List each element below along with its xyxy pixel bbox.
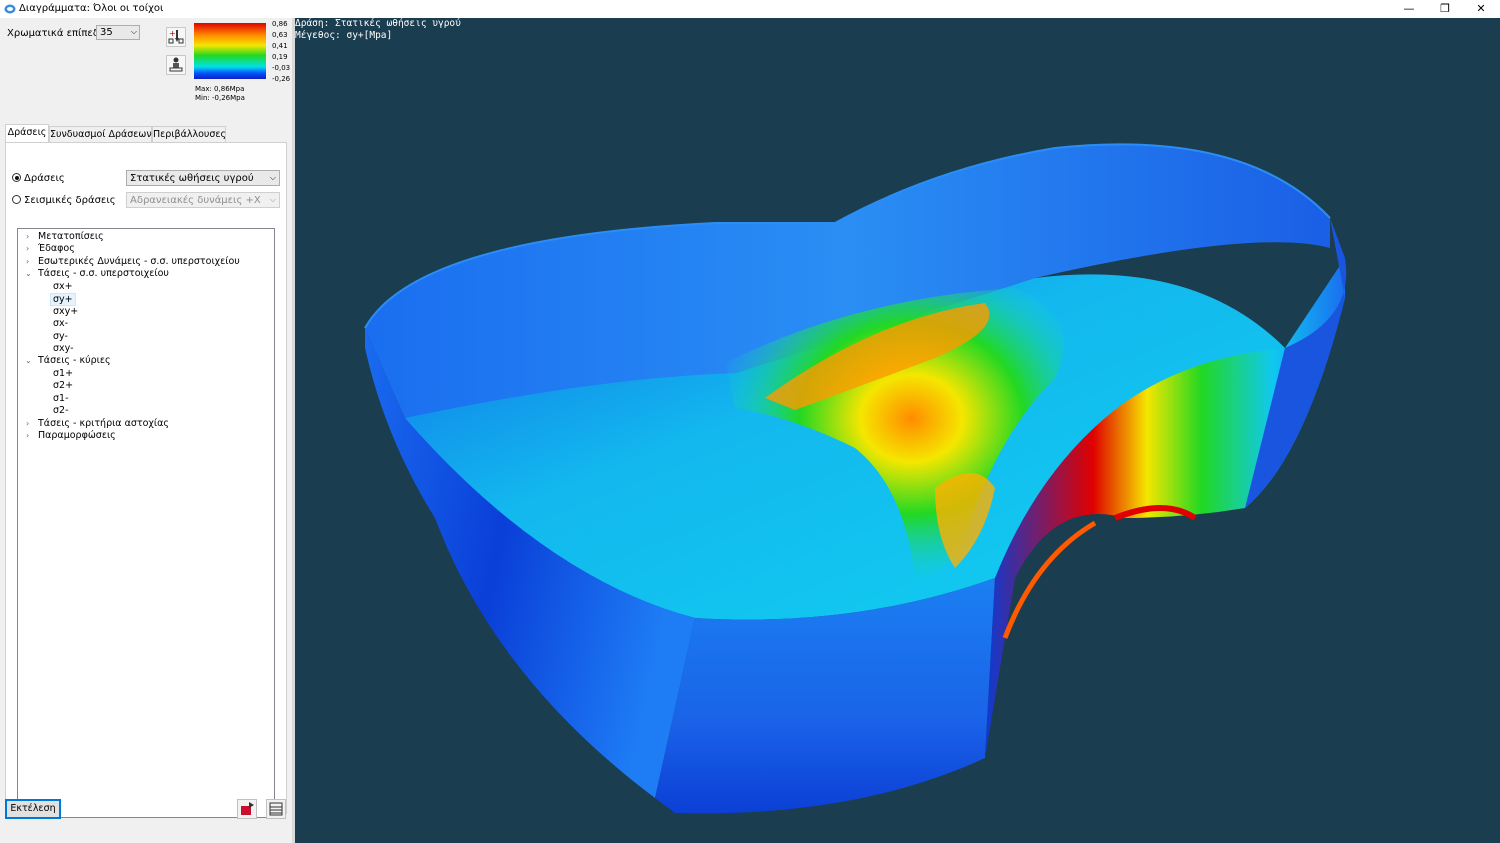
- tree-item-s2-plus[interactable]: σ2+: [53, 380, 73, 391]
- legend-tick: 0,19: [272, 53, 288, 61]
- table-icon: [269, 802, 283, 816]
- export-button[interactable]: [237, 799, 257, 819]
- tree-item-soil[interactable]: Έδαφος: [38, 243, 75, 254]
- tree-item-sx-minus[interactable]: σx-: [53, 318, 68, 329]
- tree-item-sx-plus[interactable]: σx+: [53, 281, 73, 292]
- action-select-value: Στατικές ωθήσεις υγρού: [130, 173, 254, 184]
- tree-item-failure-criteria[interactable]: Τάσεις - κριτήρια αστοχίας: [38, 418, 169, 429]
- legend-tick: -0,03: [272, 64, 291, 72]
- app-icon: [4, 4, 16, 14]
- legend-tick: 0,63: [272, 31, 288, 39]
- seismic-select-value: Αδρανειακές δυνάμεις +X: [130, 195, 261, 206]
- legend-tick: 0,41: [272, 42, 288, 50]
- title-bar: Διαγράμματα: Όλοι οι τοίχοι — ❐ ✕: [0, 0, 1500, 18]
- results-tree[interactable]: › Μετατοπίσεις › Έδαφος › Εσωτερικές Δυν…: [17, 228, 275, 818]
- left-panel: Χρωματικά επίπεδα 35 ⌵ + 0,86 0,63 0,41 …: [0, 18, 292, 843]
- chevron-down-icon[interactable]: ⌄: [25, 269, 32, 278]
- tree-item-s2-minus[interactable]: σ2-: [53, 405, 69, 416]
- tree-item-s1-minus[interactable]: σ1-: [53, 393, 69, 404]
- legend-max-value: Max: 0,86Mpa: [195, 85, 245, 93]
- legend-tick: -0,26: [272, 75, 291, 83]
- stress-contour-model[interactable]: [295, 18, 1500, 843]
- action-select[interactable]: Στατικές ωθήσεις υγρού ⌵: [126, 170, 280, 186]
- svg-text:+: +: [169, 29, 176, 38]
- chevron-right-icon[interactable]: ›: [26, 257, 29, 266]
- table-view-button[interactable]: [266, 799, 286, 819]
- color-levels-value: 35: [100, 27, 113, 38]
- tab-page-actions: Δράσεις Στατικές ωθήσεις υγρού ⌵ Σεισμικ…: [5, 142, 287, 818]
- restore-button[interactable]: ❐: [1427, 0, 1463, 18]
- tab-actions[interactable]: Δράσεις: [5, 124, 49, 143]
- chevron-down-icon: ⌵: [269, 195, 276, 204]
- tree-item-internal-forces[interactable]: Εσωτερικές Δυνάμεις - σ.σ. υπερστοιχείου: [38, 256, 240, 267]
- person-palette-icon: [169, 57, 183, 72]
- tree-item-stresses-local[interactable]: Τάσεις - σ.σ. υπερστοιχείου: [38, 268, 169, 279]
- tab-envelopes[interactable]: Περιβάλλουσες: [152, 126, 226, 142]
- chevron-down-icon[interactable]: ⌄: [25, 356, 32, 365]
- tab-combinations[interactable]: Συνδυασμοί Δράσεων: [49, 126, 152, 142]
- tree-item-sxy-minus[interactable]: σxy-: [53, 343, 74, 354]
- seismic-radio[interactable]: [12, 195, 21, 204]
- window-title: Διαγράμματα: Όλοι οι τοίχοι: [19, 3, 164, 14]
- tree-item-sy-minus[interactable]: σy-: [53, 331, 68, 342]
- tabs-area: Δράσεις Συνδυασμοί Δράσεων Περιβάλλουσες…: [0, 124, 292, 818]
- seismic-select[interactable]: Αδρανειακές δυνάμεις +X ⌵: [126, 192, 280, 208]
- legend-style-button[interactable]: [166, 55, 186, 75]
- color-levels-label: Χρωματικά επίπεδα: [7, 28, 106, 39]
- close-button[interactable]: ✕: [1463, 0, 1499, 18]
- viewport-action-label: Δράση: Στατικές ωθήσεις υγρού: [295, 18, 461, 29]
- chevron-down-icon: ⌵: [130, 27, 137, 36]
- legend-min-value: Min: -0,26Mpa: [195, 94, 245, 102]
- export-icon: [241, 802, 254, 815]
- execute-button[interactable]: Εκτέλεση: [5, 799, 61, 819]
- tree-item-sxy-plus[interactable]: σxy+: [53, 306, 78, 317]
- chevron-down-icon: ⌵: [269, 173, 276, 182]
- tree-item-s1-plus[interactable]: σ1+: [53, 368, 73, 379]
- chevron-right-icon[interactable]: ›: [26, 419, 29, 428]
- chevron-right-icon[interactable]: ›: [26, 431, 29, 440]
- viewport-quantity-label: Μέγεθος: σy+[Mpa]: [295, 30, 393, 41]
- seismic-radio-label: Σεισμικές δράσεις: [24, 195, 116, 206]
- color-levels-select[interactable]: 35 ⌵: [96, 25, 140, 40]
- tree-item-principal-stresses[interactable]: Τάσεις - κύριες: [38, 355, 111, 366]
- actions-radio[interactable]: [12, 173, 21, 182]
- legend-settings-button[interactable]: +: [166, 27, 186, 47]
- 3d-viewport[interactable]: Δράση: Στατικές ωθήσεις υγρού Μέγεθος: σ…: [295, 18, 1500, 843]
- chevron-right-icon[interactable]: ›: [26, 232, 29, 241]
- actions-radio-label: Δράσεις: [24, 173, 65, 184]
- chevron-right-icon[interactable]: ›: [26, 244, 29, 253]
- tree-item-displacements[interactable]: Μετατοπίσεις: [38, 231, 104, 242]
- minimize-button[interactable]: —: [1391, 0, 1427, 18]
- tree-item-deformations[interactable]: Παραμορφώσεις: [38, 430, 116, 441]
- color-legend-bar: [194, 23, 266, 79]
- legend-adjust-icon: +: [168, 29, 184, 44]
- tree-item-sy-plus[interactable]: σy+: [50, 293, 76, 306]
- legend-tick: 0,86: [272, 20, 288, 28]
